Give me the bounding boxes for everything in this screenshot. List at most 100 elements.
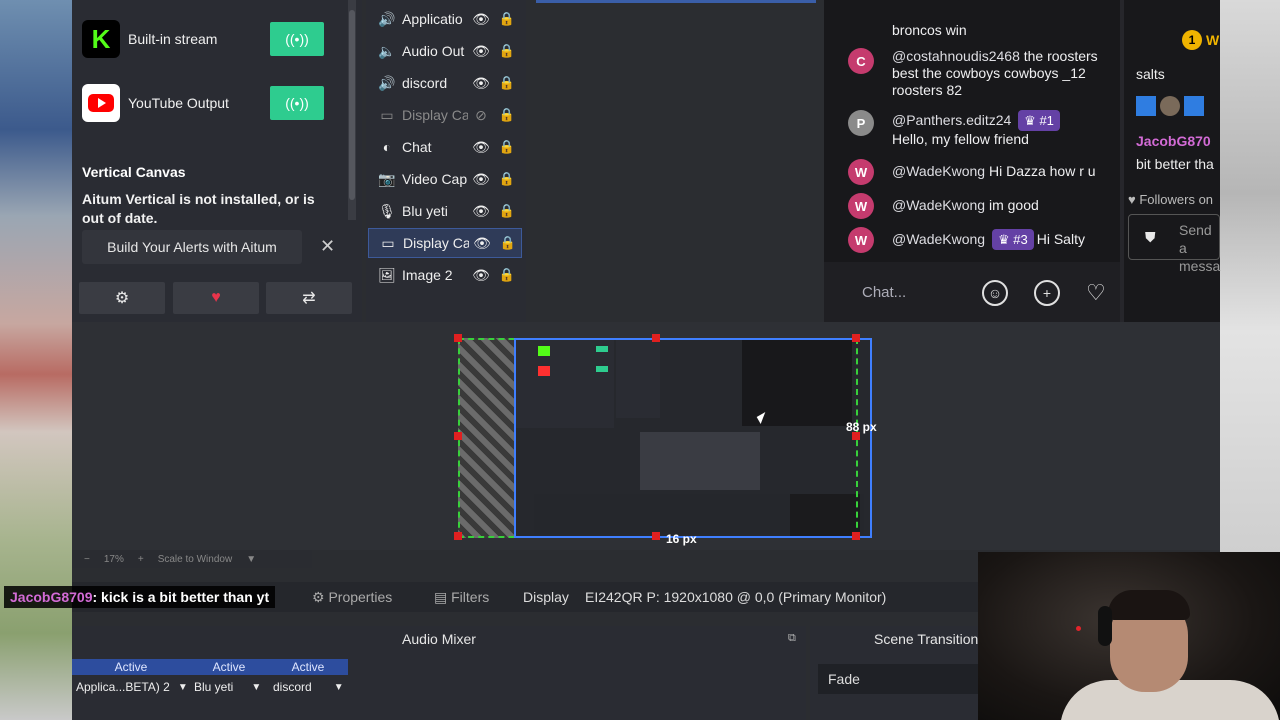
chat-username[interactable]: @WadeKwong: [892, 163, 985, 179]
eye-icon[interactable]: 👁: [468, 203, 494, 220]
source-item-selected[interactable]: ▭ Display Ca 👁 🔒: [368, 228, 522, 258]
distance-label-bottom: 16 px: [666, 532, 697, 546]
source-item[interactable]: 🖼 Image 2 👁 🔒: [368, 260, 522, 290]
scene-dock-area: [530, 0, 820, 322]
lock-icon[interactable]: 🔒: [494, 75, 520, 91]
image-icon: 🖼: [378, 266, 396, 283]
kick-stream-toggle-button[interactable]: ((•)): [270, 22, 324, 56]
zoom-level: 17%: [103, 553, 124, 565]
zoom-out-icon[interactable]: −: [84, 554, 90, 565]
lock-icon[interactable]: 🔒: [495, 235, 521, 251]
settings-button[interactable]: ⚙: [79, 282, 165, 314]
lock-icon[interactable]: 🔒: [494, 139, 520, 155]
resize-handle[interactable]: [852, 532, 860, 540]
audio-mixer-title: Audio Mixer: [402, 631, 476, 647]
overlay-username: JacobG8709: [10, 589, 93, 605]
zoom-in-icon[interactable]: +: [138, 554, 144, 565]
stream-row-kick: K Built-in stream ((•)): [82, 8, 347, 70]
share-button[interactable]: ⇄: [266, 282, 352, 314]
scrollbar-thumb[interactable]: [349, 10, 355, 200]
lock-icon[interactable]: 🔒: [494, 171, 520, 187]
chevron-down-icon[interactable]: ▼: [246, 554, 256, 565]
resize-handle[interactable]: [454, 334, 462, 342]
scene-transitions-title: Scene Transition: [874, 631, 979, 647]
chat2-line: bit better tha: [1136, 156, 1214, 172]
monitor-icon: ▭: [381, 234, 395, 251]
emote-icon: [1160, 96, 1180, 116]
rank-badge-icon: 1: [1182, 30, 1202, 50]
source-name: discord: [402, 75, 448, 91]
filter-icon: ▤: [434, 588, 452, 605]
source-item[interactable]: 📷 Video Cap 👁 🔒: [368, 164, 522, 194]
lock-icon[interactable]: 🔒: [494, 267, 520, 283]
resize-handle[interactable]: [454, 432, 462, 440]
chat-username[interactable]: @WadeKwong: [892, 197, 985, 213]
lock-icon[interactable]: 🔒: [494, 11, 520, 27]
avatar: W: [848, 227, 874, 253]
source-name: Display Ca: [403, 235, 469, 251]
sub-badge: ♛ #1: [1018, 110, 1060, 131]
properties-button[interactable]: ⚙ Properties: [312, 586, 392, 608]
chat2-line: salts: [1136, 66, 1165, 82]
source-item[interactable]: 🔊 discord 👁 🔒: [368, 68, 522, 98]
panel-divider: [1120, 0, 1124, 322]
message-text: im good: [985, 197, 1039, 213]
transition-select[interactable]: Fade: [818, 664, 978, 694]
emoji-icon[interactable]: ☺: [982, 280, 1008, 306]
chat-username[interactable]: @Panthers.editz24: [892, 112, 1011, 128]
resize-handle[interactable]: [852, 334, 860, 342]
source-item[interactable]: 🎙 Blu yeti 👁 🔒: [368, 196, 522, 226]
eye-hidden-icon[interactable]: ⊘: [468, 107, 494, 124]
eye-icon[interactable]: 👁: [469, 235, 495, 252]
add-icon[interactable]: +: [1034, 280, 1060, 306]
lock-icon[interactable]: 🔒: [494, 43, 520, 59]
heart-icon[interactable]: ♡: [1086, 280, 1106, 306]
source-name: Display Ca: [402, 107, 468, 123]
popout-icon[interactable]: ⧉: [788, 632, 796, 645]
resize-handle[interactable]: [454, 532, 462, 540]
source-name: Blu yeti: [402, 203, 448, 219]
chat-username[interactable]: @costahnoudis2468: [892, 48, 1020, 64]
source-item[interactable]: 🔊 Applicatio 👁 🔒: [368, 4, 522, 34]
chat-message: broncos win: [848, 22, 1108, 39]
build-alerts-button[interactable]: Build Your Alerts with Aitum: [82, 230, 302, 264]
heart-icon: ♥: [211, 289, 221, 306]
mixer-channel[interactable]: Blu yeti ▼: [194, 680, 261, 694]
chat-username[interactable]: @WadeKwong: [892, 231, 985, 247]
eye-icon[interactable]: 👁: [468, 139, 494, 156]
eye-icon[interactable]: 👁: [468, 43, 494, 60]
mixer-channel[interactable]: discord ▼: [273, 680, 344, 694]
avatar: C: [848, 48, 874, 74]
mixer-channel[interactable]: Applica...BETA) 2 ▼: [76, 680, 188, 694]
eye-icon[interactable]: 👁: [468, 267, 494, 284]
eye-icon[interactable]: 👁: [468, 171, 494, 188]
chat2-username[interactable]: JacobG870: [1136, 133, 1211, 149]
source-item[interactable]: ◐ Chat 👁 🔒: [368, 132, 522, 162]
share-icon: ⇄: [302, 290, 316, 307]
bounding-box[interactable]: [514, 338, 872, 538]
display-select[interactable]: EI242QR P: 1920x1080 @ 0,0 (Primary Moni…: [585, 589, 886, 605]
microphone-icon: 🎙: [378, 202, 396, 219]
chat-input[interactable]: Chat...: [862, 284, 906, 301]
monitor-icon: ▭: [380, 106, 394, 123]
donate-button[interactable]: ♥: [173, 282, 259, 314]
chevron-down-icon: ▼: [333, 681, 344, 693]
source-item[interactable]: 🔈 Audio Out 👁 🔒: [368, 36, 522, 66]
top-label: W: [1206, 32, 1220, 48]
lock-icon[interactable]: 🔒: [494, 203, 520, 219]
scale-mode[interactable]: Scale to Window: [158, 554, 232, 565]
eye-icon[interactable]: 👁: [468, 11, 494, 28]
source-item[interactable]: ▭ Display Ca ⊘ 🔒: [368, 100, 522, 130]
stream-row-youtube: YouTube Output ((•)): [82, 72, 347, 134]
close-icon[interactable]: ✕: [320, 236, 335, 257]
youtube-stream-toggle-button[interactable]: ((•)): [270, 86, 324, 120]
lock-icon[interactable]: 🔒: [494, 107, 520, 123]
emote-icon: [1136, 96, 1156, 116]
filters-button[interactable]: ▤ Filters: [434, 586, 489, 608]
resize-handle[interactable]: [652, 532, 660, 540]
resize-handle[interactable]: [652, 334, 660, 342]
send-message-input[interactable]: ⛊ Send a messa: [1128, 214, 1220, 274]
chat-message: W @WadeKwong ♛ #3 Hi Salty: [848, 227, 1108, 253]
eye-icon[interactable]: 👁: [468, 75, 494, 92]
chat-message: C @costahnoudis2468 the roosters best th…: [848, 48, 1108, 99]
